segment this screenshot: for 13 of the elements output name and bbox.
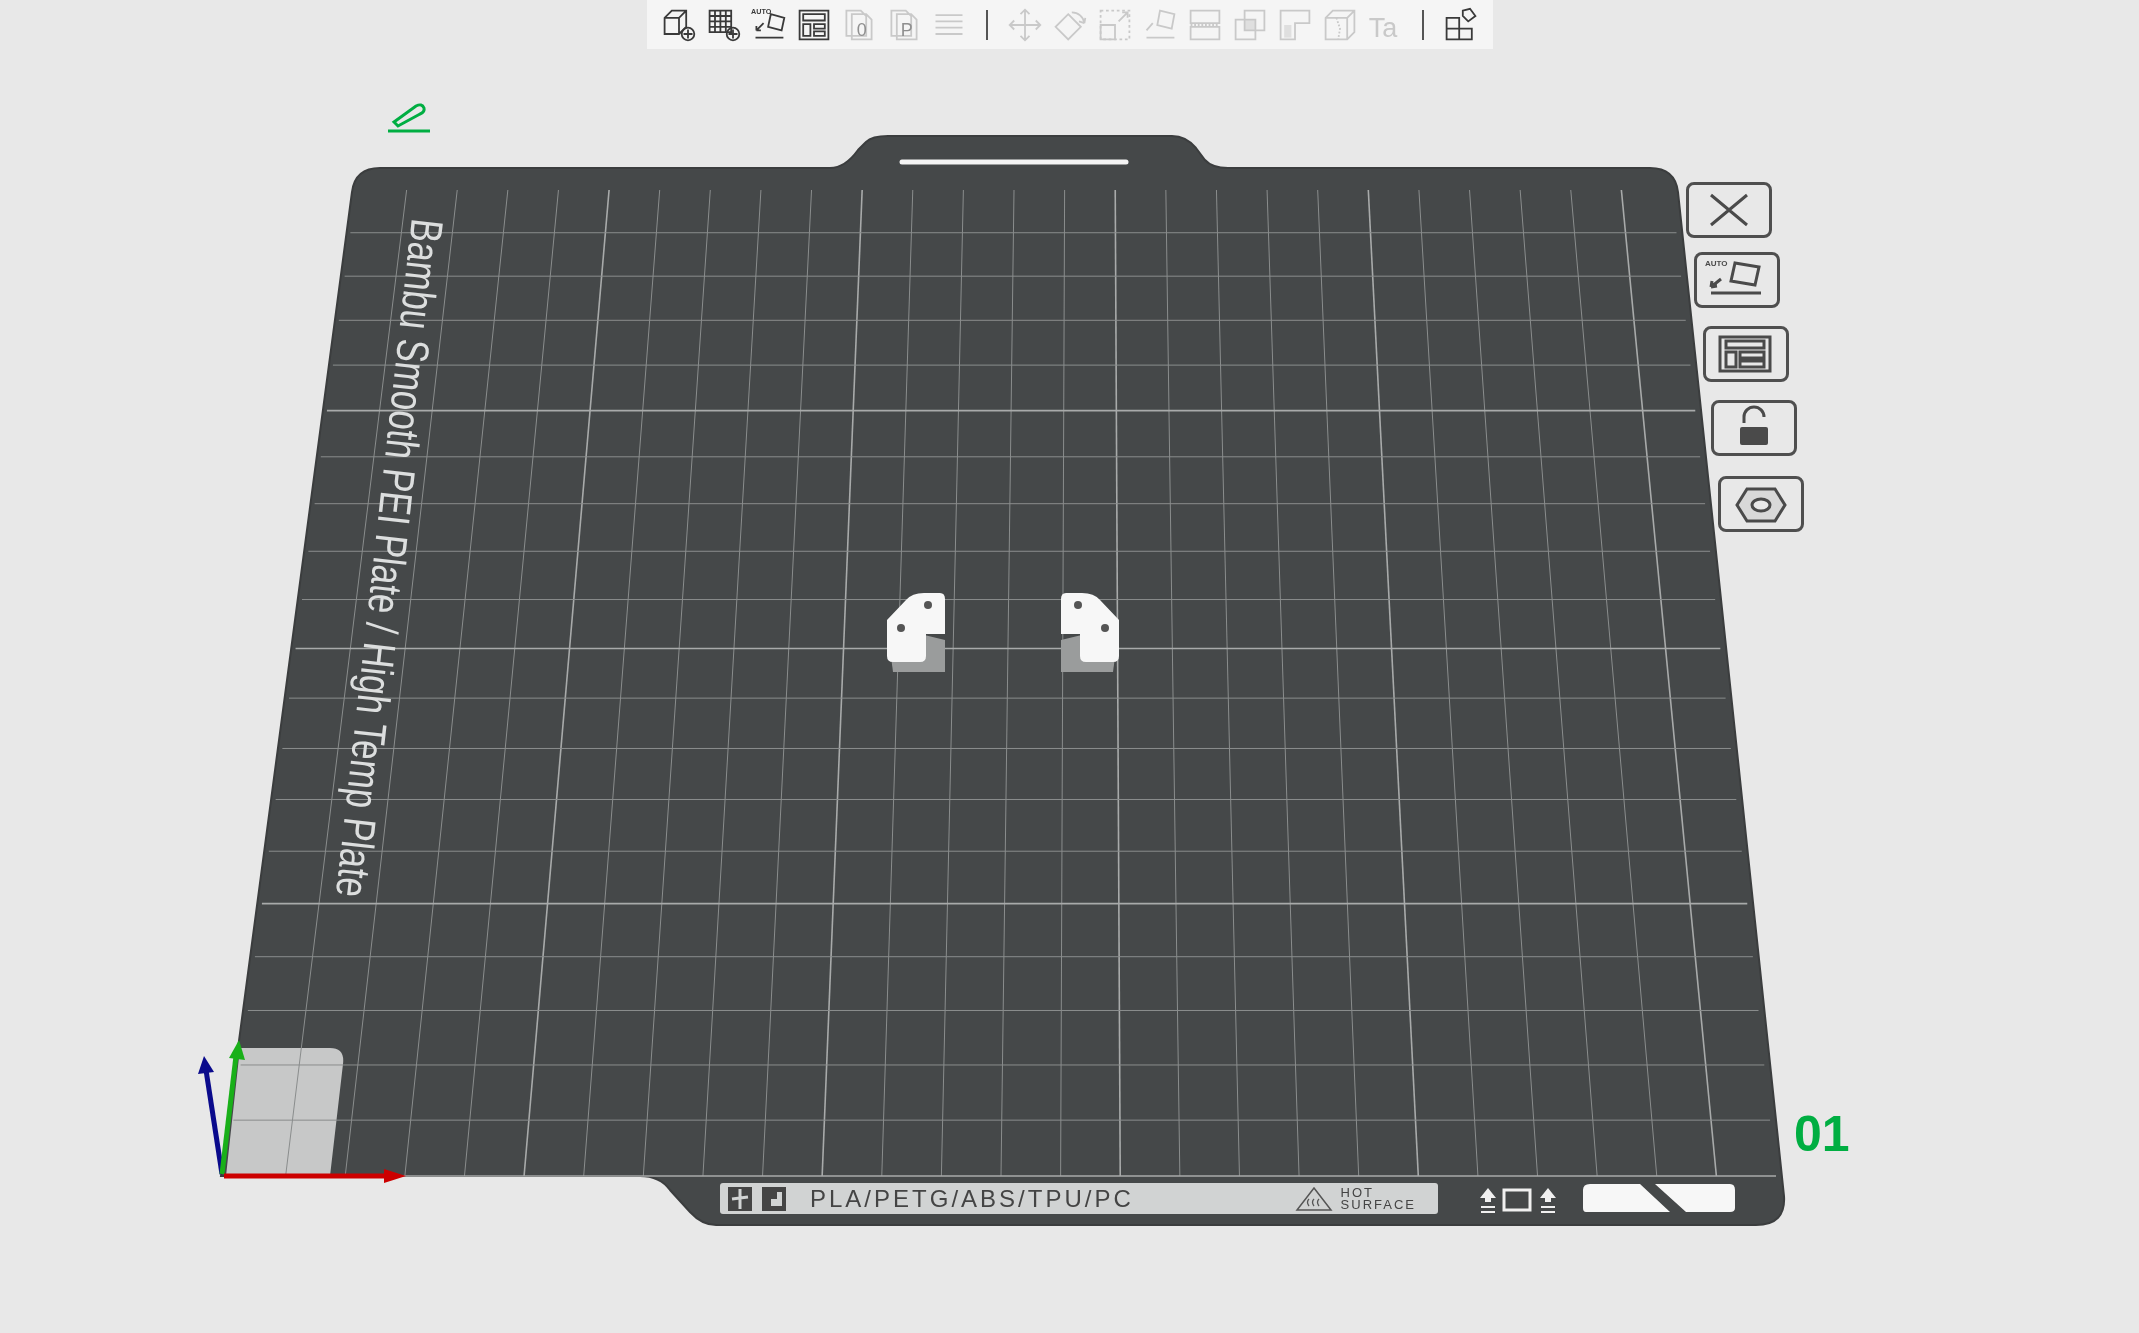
- hot-surface-warning-icon: [1294, 1185, 1333, 1212]
- hot-surface-label: HOT SURFACE: [1340, 1186, 1416, 1211]
- close-button[interactable]: [1686, 182, 1772, 238]
- open-lock-button[interactable]: [1711, 400, 1797, 456]
- plate-number: 01: [1794, 1106, 1850, 1162]
- filament-types-label: PLA/PETG/ABS/TPU/PC: [810, 1184, 1134, 1213]
- steps-square-icon: [762, 1186, 786, 1211]
- arrange-button[interactable]: [1703, 326, 1789, 382]
- split-squares-icon: [728, 1186, 752, 1211]
- model-object[interactable]: [887, 593, 945, 672]
- plate-name-label: Bambu Smooth PEI Plate / High Temp Plate: [326, 216, 452, 900]
- model-object[interactable]: [1061, 593, 1119, 672]
- hexagon-nut-button[interactable]: [1718, 476, 1804, 532]
